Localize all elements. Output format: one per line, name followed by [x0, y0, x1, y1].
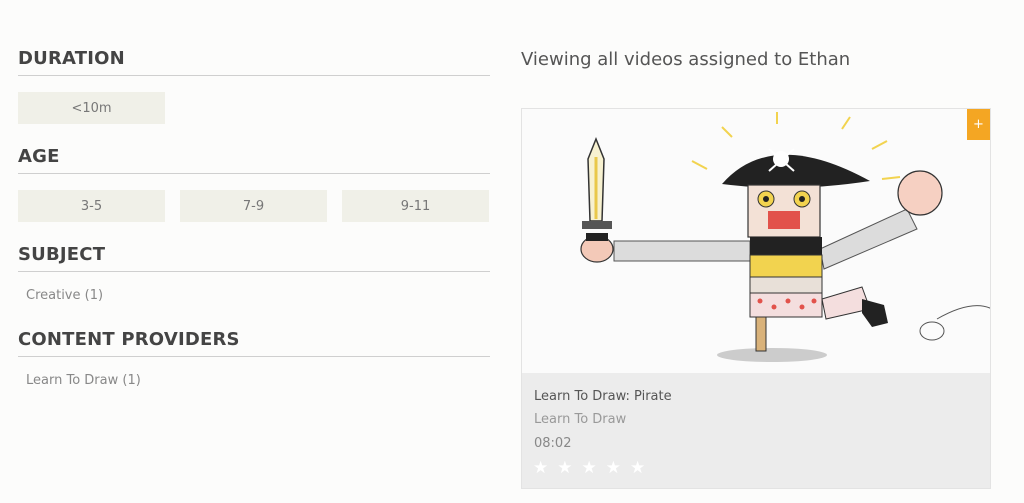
age-chip-7-9[interactable]: 7-9 [180, 190, 327, 222]
star-icon[interactable]: ★ [630, 460, 645, 477]
subject-section: SUBJECT Creative (1) [18, 244, 490, 303]
add-video-button[interactable]: + [967, 109, 990, 140]
video-title[interactable]: Learn To Draw: Pirate [534, 389, 672, 404]
pirate-drawing-image [580, 112, 990, 362]
video-thumbnail[interactable]: + [522, 109, 990, 373]
rating-stars[interactable]: ★ ★ ★ ★ ★ [533, 460, 645, 477]
subject-item-creative[interactable]: Creative (1) [26, 288, 490, 303]
age-chip-3-5[interactable]: 3-5 [18, 190, 165, 222]
video-card[interactable]: + Learn To Draw: Pirate Learn To Draw 08… [521, 108, 991, 489]
providers-section: CONTENT PROVIDERS Learn To Draw (1) [18, 329, 490, 388]
age-chip-9-11[interactable]: 9-11 [342, 190, 489, 222]
provider-item-learn-to-draw[interactable]: Learn To Draw (1) [26, 373, 490, 388]
star-icon[interactable]: ★ [606, 460, 621, 477]
star-icon[interactable]: ★ [557, 460, 572, 477]
star-icon[interactable]: ★ [533, 460, 548, 477]
star-icon[interactable]: ★ [582, 460, 597, 477]
age-title: AGE [18, 146, 490, 174]
providers-title: CONTENT PROVIDERS [18, 329, 490, 357]
duration-chip[interactable]: <10m [18, 92, 165, 124]
page-heading: Viewing all videos assigned to Ethan [521, 49, 851, 70]
subject-title: SUBJECT [18, 244, 490, 272]
age-section: AGE 3-5 7-9 9-11 [18, 146, 490, 222]
video-duration: 08:02 [534, 436, 572, 451]
video-provider: Learn To Draw [534, 412, 627, 427]
duration-section: DURATION <10m [18, 48, 490, 124]
duration-title: DURATION [18, 48, 490, 76]
filter-sidebar: DURATION <10m AGE 3-5 7-9 9-11 SUBJECT C… [18, 48, 490, 414]
